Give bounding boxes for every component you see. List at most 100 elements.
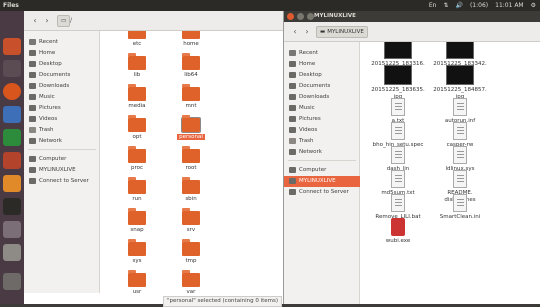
folder-name: root	[185, 165, 197, 171]
sidebar-item-videos[interactable]: Videos	[284, 125, 360, 136]
impress-icon[interactable]	[3, 152, 21, 169]
software-center-icon[interactable]	[3, 175, 21, 192]
sidebar-item-downloads[interactable]: Downloads	[24, 81, 100, 92]
power-icon[interactable]: ⚙	[531, 0, 536, 11]
folder-item[interactable]: run	[115, 177, 159, 202]
sidebar-item-desktop[interactable]: Desktop	[24, 59, 100, 70]
keyboard-indicator[interactable]: En	[429, 0, 437, 11]
minimize-button[interactable]	[297, 13, 304, 20]
sidebar-item-network[interactable]: Network	[24, 136, 100, 147]
amazon-icon[interactable]	[3, 198, 21, 215]
file-item[interactable]: 20151225_183635. jpg	[363, 65, 433, 101]
trash-icon[interactable]	[3, 273, 21, 290]
sidebar-item-pictures[interactable]: Pictures	[24, 103, 100, 114]
mylinuxlive-icon	[29, 167, 36, 173]
sidebar-item-mylinuxlive[interactable]: MYLINUXLIVE	[24, 165, 100, 176]
file-manager-window-usb: MYLINUXLIVE ‹ › ▬ MYLINUXLIVE Recent Home…	[283, 11, 540, 304]
file-item[interactable]: ldlinux.sys	[425, 146, 495, 173]
battery-indicator[interactable]: (1:06)	[470, 0, 488, 11]
folder-icon	[182, 177, 200, 194]
folder-item[interactable]: sys	[115, 239, 159, 264]
sidebar-item-label: Home	[39, 50, 56, 56]
folder-item[interactable]: usr	[115, 270, 159, 295]
writer-icon[interactable]	[3, 106, 21, 123]
sidebar-item-connect-to-server[interactable]: Connect to Server	[24, 176, 100, 187]
folder-item[interactable]: personal	[169, 115, 213, 140]
sidebar-item-music[interactable]: Music	[24, 92, 100, 103]
sidebar-item-recent[interactable]: Recent	[284, 48, 360, 59]
folder-item[interactable]: sbin	[169, 177, 213, 202]
folder-item[interactable]: opt	[115, 115, 159, 140]
folder-item[interactable]: srv	[169, 208, 213, 233]
usb-drive-icon: ▬	[320, 29, 326, 35]
files-icon[interactable]	[3, 60, 21, 77]
sidebar-item-label: Connect to Server	[39, 178, 89, 184]
path-breadcrumb[interactable]: ▭	[57, 15, 71, 27]
folder-item[interactable]: root	[169, 146, 213, 171]
videos-icon	[29, 116, 36, 122]
sidebar-item-documents[interactable]: Documents	[284, 81, 360, 92]
forward-button[interactable]: ›	[302, 26, 312, 37]
file-item[interactable]: wubi.exe	[363, 218, 433, 245]
file-item[interactable]: autorun.inf	[425, 98, 495, 125]
sidebar-item-trash[interactable]: Trash	[284, 136, 360, 147]
close-button[interactable]	[287, 13, 294, 20]
sidebar-item-downloads[interactable]: Downloads	[284, 92, 360, 103]
document-icon	[453, 194, 467, 212]
file-item[interactable]: Remove_LILI.bat	[363, 194, 433, 221]
file-item[interactable]: md5sum.txt	[363, 170, 433, 197]
desktop-icon	[29, 61, 36, 67]
dash-icon[interactable]	[3, 38, 21, 55]
file-item[interactable]: 20151225_184857. jpg	[425, 65, 495, 101]
folder-item[interactable]: lib64	[169, 53, 213, 78]
back-button[interactable]: ‹	[290, 26, 300, 37]
network-icon[interactable]: ⇅	[443, 0, 448, 11]
sidebar-item-recent[interactable]: Recent	[24, 37, 100, 48]
sidebar-item-mylinuxlive[interactable]: MYLINUXLIVE	[284, 176, 360, 187]
sidebar-item-computer[interactable]: Computer	[24, 154, 100, 165]
file-item[interactable]: SmartClean.ini	[425, 194, 495, 221]
sidebar-item-home[interactable]: Home	[24, 48, 100, 59]
folder-item[interactable]: proc	[115, 146, 159, 171]
folder-item[interactable]: etc	[115, 31, 159, 47]
folder-item[interactable]: media	[115, 84, 159, 109]
settings-icon[interactable]	[3, 221, 21, 238]
folder-name: proc	[130, 165, 144, 171]
file-item[interactable]: casper-rw	[425, 122, 495, 149]
path-breadcrumb[interactable]: ▬ MYLINUXLIVE	[316, 26, 368, 38]
volume-icon[interactable]: 🔊	[455, 0, 462, 11]
calc-icon[interactable]	[3, 129, 21, 146]
usb-drive-icon[interactable]	[3, 244, 21, 261]
file-item[interactable]: bho_hin_setu.spec	[363, 122, 433, 149]
folder-name: etc	[132, 41, 142, 47]
forward-button[interactable]: ›	[42, 15, 52, 26]
folder-item[interactable]: lib	[115, 53, 159, 78]
sidebar-item-connect-to-server[interactable]: Connect to Server	[284, 187, 360, 198]
folder-item[interactable]: mnt	[169, 84, 213, 109]
sidebar-item-label: Network	[299, 149, 322, 155]
sidebar-item-label: Recent	[299, 50, 319, 56]
sidebar-item-home[interactable]: Home	[284, 59, 360, 70]
folder-name: home	[183, 41, 199, 47]
toolbar: ‹ › ▭ /	[24, 11, 283, 31]
folder-item[interactable]: home	[169, 31, 213, 47]
folder-item[interactable]: snap	[115, 208, 159, 233]
sidebar-item-documents[interactable]: Documents	[24, 70, 100, 81]
sidebar-item-videos[interactable]: Videos	[24, 114, 100, 125]
folder-name: media	[128, 103, 146, 109]
sidebar-item-desktop[interactable]: Desktop	[284, 70, 360, 81]
folder-item[interactable]: tmp	[169, 239, 213, 264]
sidebar-item-trash[interactable]: Trash	[24, 125, 100, 136]
firefox-icon[interactable]	[3, 83, 21, 100]
folder-item[interactable]: var	[169, 270, 213, 295]
sidebar-item-computer[interactable]: Computer	[284, 165, 360, 176]
sidebar-item-pictures[interactable]: Pictures	[284, 114, 360, 125]
back-button[interactable]: ‹	[30, 15, 40, 26]
clock[interactable]: 11:01 AM	[495, 0, 523, 11]
sidebar-item-network[interactable]: Network	[284, 147, 360, 158]
file-item[interactable]: a.txt	[363, 98, 433, 125]
file-item[interactable]: dash_lin	[363, 146, 433, 173]
document-icon	[391, 146, 405, 164]
sidebar-item-music[interactable]: Music	[284, 103, 360, 114]
maximize-button[interactable]	[307, 13, 314, 20]
